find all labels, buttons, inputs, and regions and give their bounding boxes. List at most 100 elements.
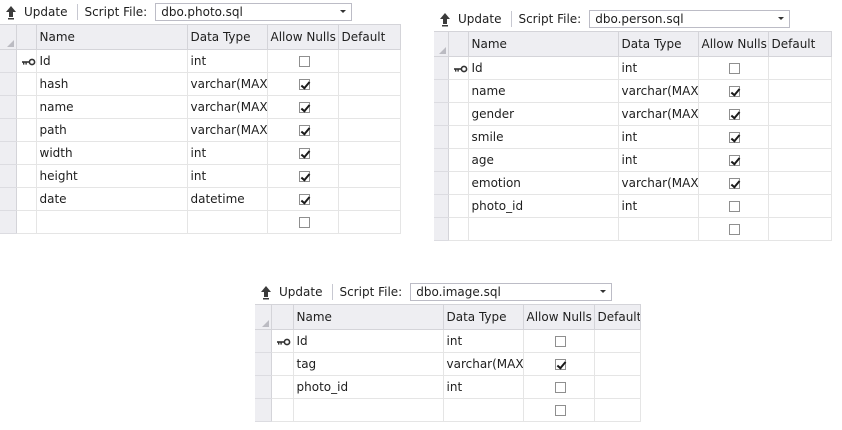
column-name-cell[interactable]: height (36, 164, 188, 188)
column-row[interactable]: name varchar(MAX) (434, 79, 832, 103)
data-type-cell[interactable]: int (187, 49, 268, 73)
row-selector[interactable] (255, 352, 272, 376)
column-header-allow-nulls[interactable]: Allow Nulls (267, 24, 339, 50)
row-selector[interactable] (0, 141, 17, 165)
data-type-cell[interactable]: varchar(MAX) (187, 72, 268, 96)
column-header-name[interactable]: Name (36, 24, 188, 50)
allow-nulls-checkbox[interactable] (298, 147, 310, 159)
column-name-cell[interactable]: path (36, 118, 188, 142)
data-type-cell[interactable]: int (618, 56, 699, 80)
column-name-cell[interactable]: gender (468, 102, 619, 126)
default-cell[interactable] (594, 398, 641, 422)
default-cell[interactable] (338, 141, 401, 165)
default-cell[interactable] (338, 164, 401, 188)
data-type-cell[interactable]: varchar(MAX) (618, 102, 699, 126)
column-name-cell[interactable]: Id (36, 49, 188, 73)
default-cell[interactable] (594, 375, 641, 399)
update-button[interactable]: Update (255, 281, 326, 303)
script-file-dropdown[interactable]: dbo.image.sql (410, 283, 613, 301)
data-type-cell[interactable] (618, 217, 699, 241)
data-type-cell[interactable]: int (618, 125, 699, 149)
row-selector[interactable] (434, 125, 449, 149)
allow-nulls-checkbox[interactable] (729, 62, 740, 74)
column-row[interactable]: height int (0, 164, 401, 188)
column-row[interactable]: date datetime (0, 187, 401, 211)
column-row[interactable] (434, 217, 832, 241)
column-row[interactable]: Id int (434, 56, 832, 80)
default-cell[interactable] (768, 194, 832, 218)
row-selector[interactable] (0, 95, 17, 119)
script-file-dropdown[interactable]: dbo.person.sql (589, 10, 791, 28)
column-row[interactable]: age int (434, 148, 832, 172)
row-selector[interactable] (434, 194, 449, 218)
default-cell[interactable] (594, 329, 641, 353)
column-header-allow-nulls[interactable]: Allow Nulls (698, 31, 769, 57)
script-file-dropdown[interactable]: dbo.photo.sql (155, 3, 353, 21)
default-cell[interactable] (594, 352, 641, 376)
allow-nulls-checkbox[interactable] (554, 381, 566, 393)
default-cell[interactable] (338, 210, 401, 234)
row-selector[interactable] (0, 210, 17, 234)
column-row[interactable]: tag varchar(MAX) (255, 352, 641, 376)
default-cell[interactable] (768, 56, 832, 80)
data-type-cell[interactable]: datetime (187, 187, 268, 211)
row-selector[interactable] (0, 187, 17, 211)
row-selector[interactable] (434, 102, 449, 126)
allow-nulls-checkbox[interactable] (554, 358, 566, 370)
row-selector[interactable] (434, 79, 449, 103)
column-header-allow-nulls[interactable]: Allow Nulls (523, 304, 595, 330)
allow-nulls-checkbox[interactable] (298, 124, 310, 136)
data-type-cell[interactable]: varchar(MAX) (187, 95, 268, 119)
data-type-cell[interactable]: int (443, 329, 524, 353)
allow-nulls-checkbox[interactable] (729, 154, 740, 166)
column-row[interactable]: gender varchar(MAX) (434, 102, 832, 126)
column-name-cell[interactable]: date (36, 187, 188, 211)
column-name-cell[interactable]: photo_id (293, 375, 444, 399)
allow-nulls-checkbox[interactable] (298, 55, 310, 67)
column-row[interactable]: Id int (0, 49, 401, 73)
allow-nulls-checkbox[interactable] (729, 85, 740, 97)
update-button[interactable]: Update (434, 8, 505, 30)
update-button[interactable]: Update (0, 1, 71, 23)
default-cell[interactable] (338, 72, 401, 96)
row-selector[interactable] (434, 217, 449, 241)
allow-nulls-checkbox[interactable] (298, 101, 310, 113)
column-name-cell[interactable]: tag (293, 352, 444, 376)
default-cell[interactable] (768, 217, 832, 241)
column-name-cell[interactable] (468, 217, 619, 241)
default-cell[interactable] (768, 79, 832, 103)
column-row[interactable] (255, 398, 641, 422)
column-name-cell[interactable]: age (468, 148, 619, 172)
row-selector[interactable] (255, 375, 272, 399)
row-selector[interactable] (0, 72, 17, 96)
column-name-cell[interactable]: emotion (468, 171, 619, 195)
grid-corner[interactable] (434, 31, 449, 57)
allow-nulls-checkbox[interactable] (554, 404, 566, 416)
row-selector[interactable] (0, 164, 17, 188)
column-row[interactable]: photo_id int (255, 375, 641, 399)
column-row[interactable]: smile int (434, 125, 832, 149)
column-row[interactable]: emotion varchar(MAX) (434, 171, 832, 195)
row-selector[interactable] (0, 49, 17, 73)
column-name-cell[interactable]: Id (468, 56, 619, 80)
default-cell[interactable] (768, 125, 832, 149)
column-header-name[interactable]: Name (293, 304, 444, 330)
data-type-cell[interactable]: int (443, 375, 524, 399)
column-row[interactable]: width int (0, 141, 401, 165)
allow-nulls-checkbox[interactable] (729, 108, 740, 120)
data-type-cell[interactable]: int (187, 141, 268, 165)
data-type-cell[interactable] (187, 210, 268, 234)
column-row[interactable]: photo_id int (434, 194, 832, 218)
allow-nulls-checkbox[interactable] (729, 177, 740, 189)
default-cell[interactable] (338, 118, 401, 142)
data-type-cell[interactable]: varchar(MAX) (443, 352, 524, 376)
column-header-data-type[interactable]: Data Type (187, 24, 268, 50)
allow-nulls-checkbox[interactable] (729, 223, 740, 235)
allow-nulls-checkbox[interactable] (729, 200, 740, 212)
column-name-cell[interactable]: width (36, 141, 188, 165)
row-selector[interactable] (434, 148, 449, 172)
allow-nulls-checkbox[interactable] (298, 170, 310, 182)
data-type-cell[interactable]: int (187, 164, 268, 188)
column-name-cell[interactable]: Id (293, 329, 444, 353)
data-type-cell[interactable] (443, 398, 524, 422)
